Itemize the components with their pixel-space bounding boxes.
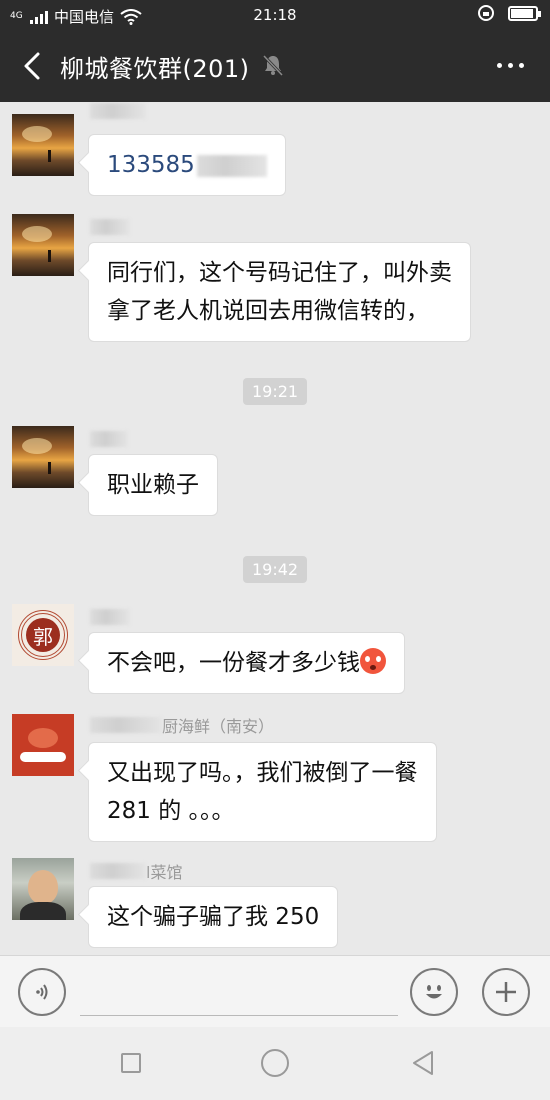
redacted-name (90, 609, 130, 625)
timestamp: 19:21 (243, 378, 308, 405)
avatar[interactable] (12, 714, 74, 776)
smiley-icon (426, 985, 442, 999)
rotation-lock-icon (478, 5, 494, 21)
avatar[interactable] (12, 214, 74, 276)
voice-button[interactable] (18, 968, 66, 1016)
phone-number[interactable]: 133585 (107, 152, 195, 178)
avatar[interactable]: 郭 (12, 604, 74, 666)
more-dots-icon[interactable] (497, 63, 524, 68)
system-nav-bar (0, 1027, 550, 1100)
sender-name: 厨海鲜（南安） (90, 716, 275, 736)
circle-icon[interactable] (261, 1049, 289, 1077)
triangle-back-icon[interactable] (410, 1049, 436, 1077)
back-icon[interactable] (18, 48, 48, 84)
avatar-char: 郭 (26, 618, 60, 652)
avatar-seal: 郭 (18, 610, 68, 660)
avatar[interactable] (12, 426, 74, 488)
redacted-name (90, 431, 128, 447)
redacted-name (90, 717, 162, 733)
plus-button[interactable] (482, 968, 530, 1016)
chat-messages[interactable]: 133585 同行们，这个号码记住了，叫外卖 拿了老人机说回去用微信转的， 19… (0, 102, 550, 955)
message-bubble[interactable]: 职业赖子 (88, 454, 218, 516)
message-bubble[interactable]: 又出现了吗。，我们被倒了一餐 281 的 。。。 (88, 742, 437, 842)
message-input[interactable] (80, 1015, 398, 1016)
sender-name (90, 102, 146, 120)
sender-name: l菜馆 (90, 862, 183, 882)
message-text: 不会吧，一份餐才多少钱 (107, 650, 360, 676)
plus-icon (496, 982, 516, 1002)
status-right (478, 5, 541, 21)
battery-fill (511, 8, 533, 18)
status-time: 21:18 (253, 6, 297, 24)
group-title[interactable]: 柳城餐饮群(201) (60, 49, 250, 84)
avatar[interactable] (12, 114, 74, 176)
sender-name (90, 430, 128, 448)
message-bubble[interactable]: 133585 (88, 134, 286, 196)
battery-icon (508, 5, 541, 21)
message-bubble[interactable]: 同行们，这个号码记住了，叫外卖 拿了老人机说回去用微信转的， (88, 242, 471, 342)
status-bar: 4G 中国电信 21:18 (0, 0, 550, 30)
timestamp: 19:42 (243, 556, 308, 583)
message-bubble[interactable]: 不会吧，一份餐才多少钱 (88, 632, 405, 694)
sender-name (90, 218, 130, 236)
chat-header: 柳城餐饮群(201) (0, 30, 550, 102)
flushed-emoji-icon (360, 648, 386, 674)
message-bubble[interactable]: 这个骗子骗了我 250 (88, 886, 339, 948)
sender-name (90, 608, 130, 626)
sender-name-text: l菜馆 (146, 863, 183, 882)
input-bar (0, 955, 550, 1027)
emoji-button[interactable] (410, 968, 458, 1016)
redacted-name (90, 219, 130, 235)
square-icon[interactable] (121, 1053, 141, 1073)
avatar[interactable] (12, 858, 74, 920)
redacted-name (90, 103, 146, 119)
redacted-digits (196, 154, 267, 177)
bell-slash-icon (262, 54, 284, 77)
voice-icon (36, 984, 48, 1000)
redacted-name (90, 863, 146, 879)
sender-name-text: 厨海鲜（南安） (162, 717, 275, 736)
